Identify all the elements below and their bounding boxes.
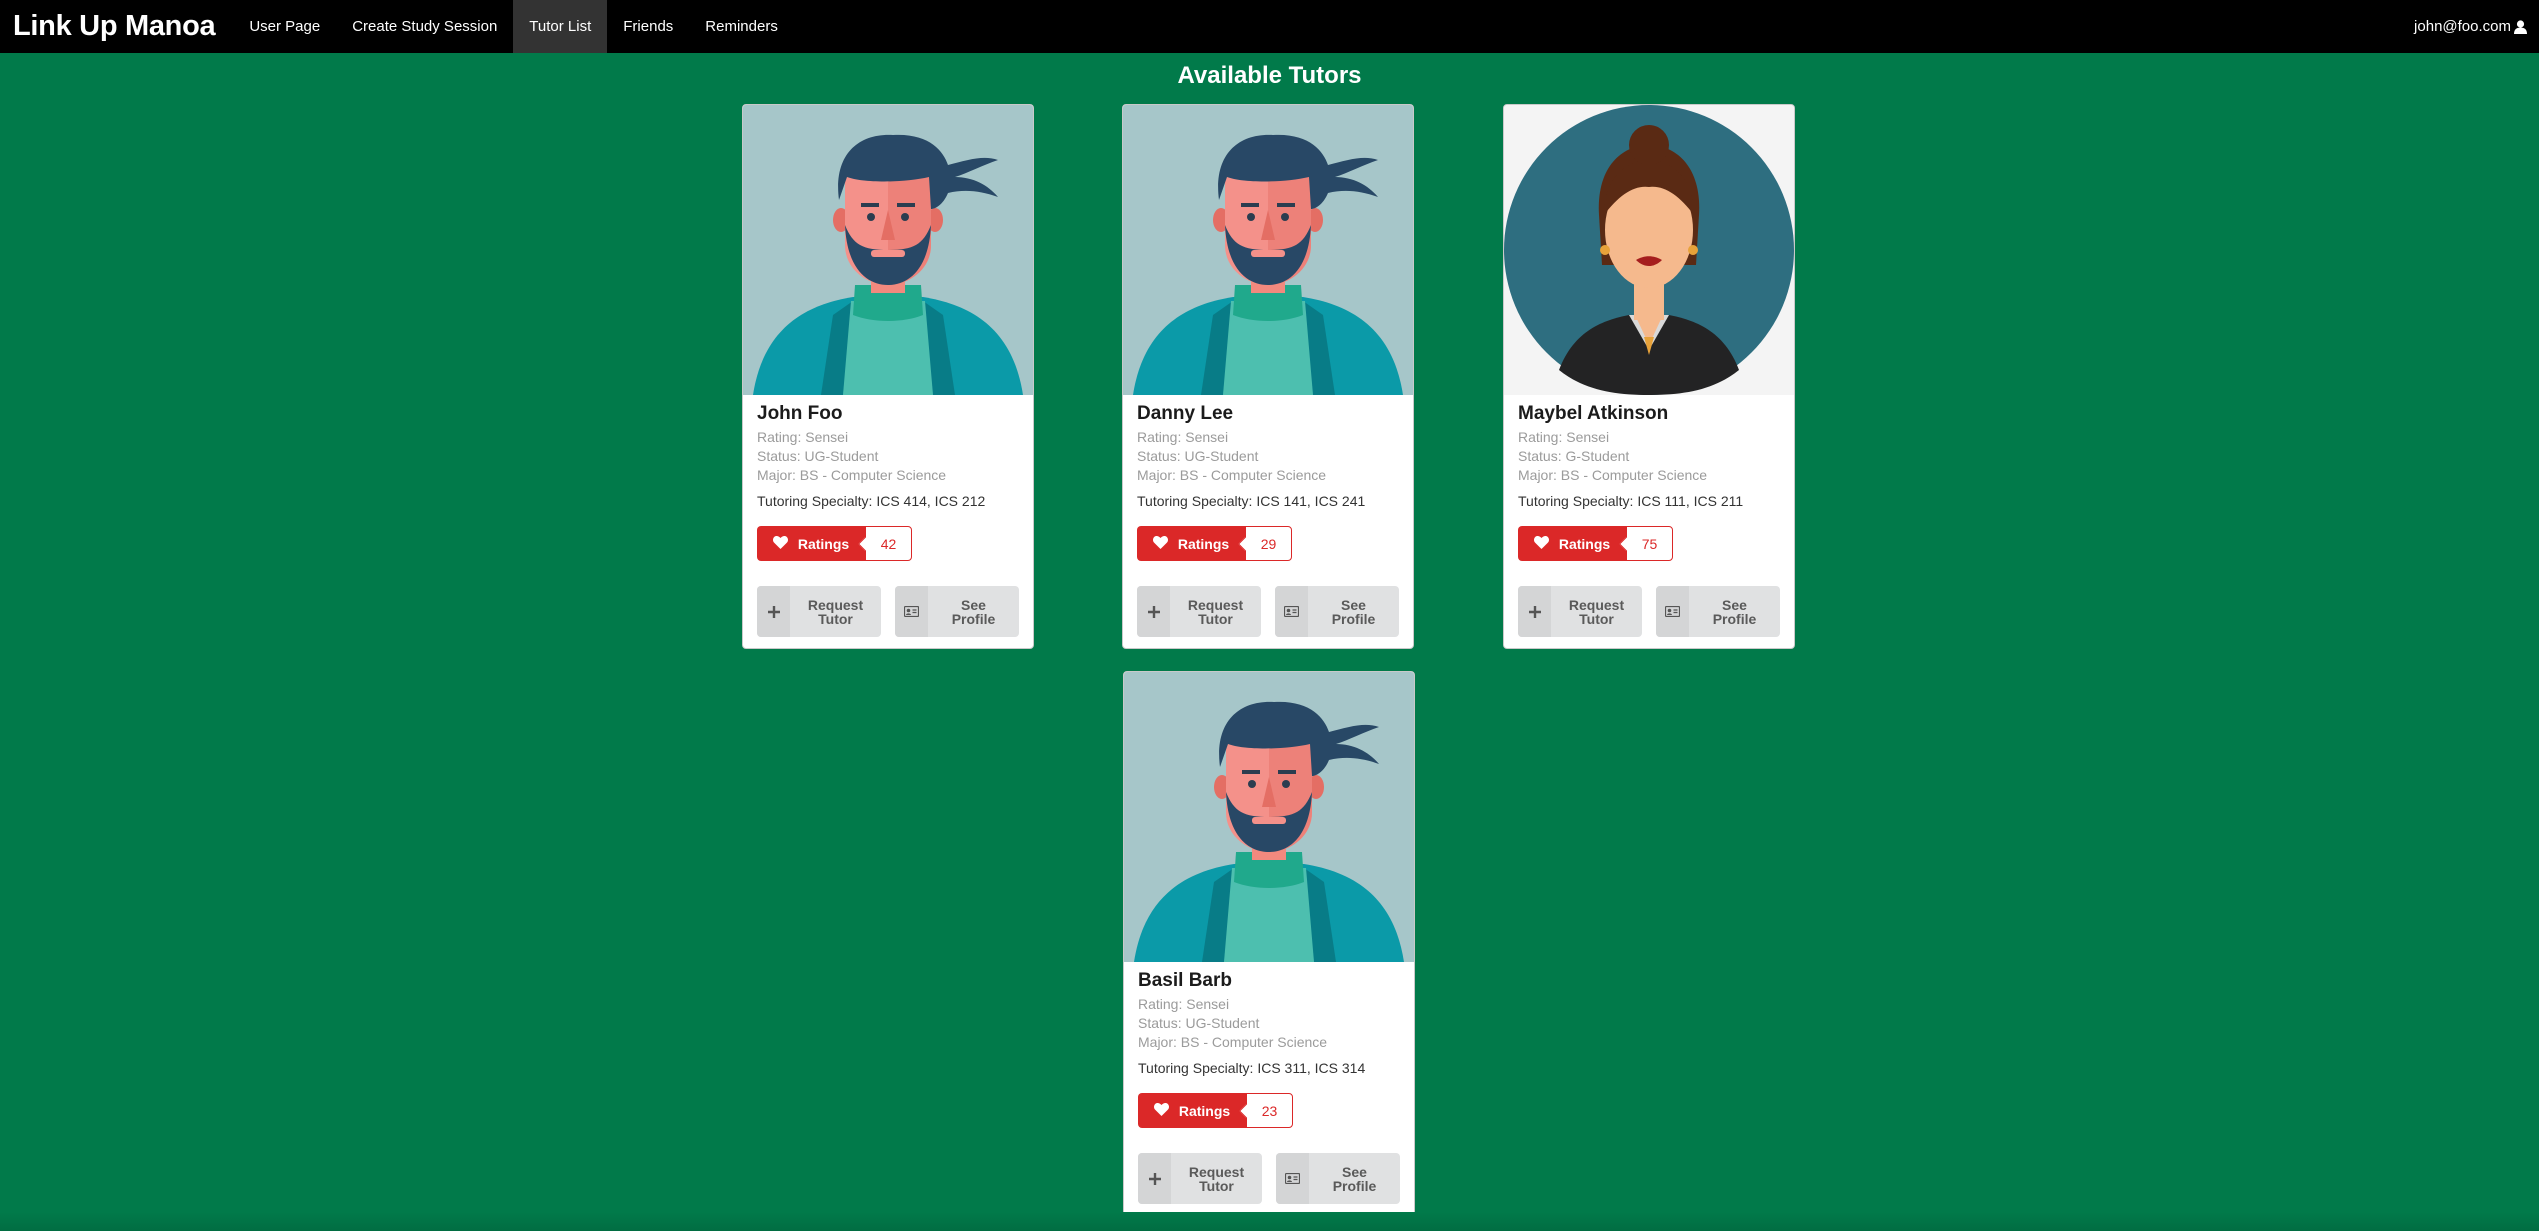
- user-icon: [2514, 19, 2527, 34]
- request-tutor-button[interactable]: Request Tutor: [1138, 1153, 1262, 1204]
- heart-icon: [1153, 1102, 1169, 1119]
- tutor-card: Basil Barb Rating: Sensei Status: UG-Stu…: [1123, 671, 1415, 1216]
- tutor-major: Major: BS - Computer Science: [757, 467, 947, 483]
- plus-icon: [757, 586, 790, 637]
- see-profile-button[interactable]: See Profile: [1276, 1153, 1400, 1204]
- ratings-count: 42: [865, 526, 912, 561]
- nav-item-reminders[interactable]: Reminders: [689, 0, 794, 53]
- tutor-status: Status: UG-Student: [1137, 448, 1259, 464]
- profile-label-line2: Profile: [951, 610, 996, 627]
- card-actions: Request Tutor See Profile: [1138, 1153, 1400, 1204]
- id-card-icon: [895, 586, 928, 637]
- ratings-label: Ratings: [1178, 1102, 1231, 1119]
- tutor-major: Major: BS - Computer Science: [1138, 1034, 1328, 1050]
- see-profile-button[interactable]: See Profile: [895, 586, 1019, 637]
- nav-menu: User Page Create Study Session Tutor Lis…: [233, 0, 793, 53]
- tutor-specialty: Tutoring Specialty: ICS 311, ICS 314: [1138, 1060, 1366, 1076]
- card-actions: Request Tutor See Profile: [1518, 586, 1780, 637]
- tutor-name: John Foo: [757, 403, 843, 424]
- request-tutor-button[interactable]: Request Tutor: [1518, 586, 1642, 637]
- tutor-rating: Rating: Sensei: [1138, 996, 1230, 1012]
- male-avatar: [743, 105, 1033, 395]
- tutor-rating: Rating: Sensei: [1518, 429, 1610, 445]
- tutor-card: John Foo Rating: Sensei Status: UG-Stude…: [742, 104, 1034, 649]
- tutor-major: Major: BS - Computer Science: [1137, 467, 1327, 483]
- tutor-specialty: Tutoring Specialty: ICS 141, ICS 241: [1137, 493, 1366, 509]
- profile-label-line2: Profile: [1332, 1177, 1377, 1194]
- male-avatar: [1124, 672, 1414, 962]
- card-actions: Request Tutor See Profile: [1137, 586, 1399, 637]
- request-tutor-button[interactable]: Request Tutor: [1137, 586, 1261, 637]
- ratings-label: Ratings: [1177, 535, 1230, 552]
- navbar: Link Up Manoa User Page Create Study Ses…: [0, 0, 2539, 53]
- tutor-rating: Rating: Sensei: [1137, 429, 1229, 445]
- user-email: john@foo.com: [2414, 18, 2511, 35]
- heart-icon: [772, 535, 788, 552]
- female-avatar: [1504, 105, 1794, 395]
- ratings-button[interactable]: Ratings: [1518, 526, 1626, 561]
- nav-item-tutor-list[interactable]: Tutor List: [513, 0, 608, 53]
- page-bottom-shade: [0, 1212, 2539, 1231]
- request-label-line2: Tutor: [1198, 610, 1233, 627]
- tutor-status: Status: G-Student: [1518, 448, 1630, 464]
- ratings-count: 29: [1245, 526, 1292, 561]
- heart-icon: [1533, 535, 1549, 552]
- id-card-icon: [1656, 586, 1689, 637]
- plus-icon: [1138, 1153, 1171, 1204]
- tutor-name: Basil Barb: [1138, 970, 1232, 991]
- request-label-line2: Tutor: [1579, 610, 1614, 627]
- request-label-line2: Tutor: [1199, 1177, 1234, 1194]
- profile-label-line2: Profile: [1331, 610, 1376, 627]
- nav-item-friends[interactable]: Friends: [607, 0, 689, 53]
- tutor-status: Status: UG-Student: [1138, 1015, 1260, 1031]
- tutor-card: Maybel Atkinson Rating: Sensei Status: G…: [1503, 104, 1795, 649]
- nav-item-user-page[interactable]: User Page: [233, 0, 336, 53]
- id-card-icon: [1275, 586, 1308, 637]
- ratings-button[interactable]: Ratings: [1137, 526, 1245, 561]
- page-title: Available Tutors: [1177, 62, 1362, 89]
- request-label-line2: Tutor: [818, 610, 853, 627]
- brand-logo[interactable]: Link Up Manoa: [0, 0, 228, 53]
- card-actions: Request Tutor See Profile: [757, 586, 1019, 637]
- ratings-label: Ratings: [797, 535, 850, 552]
- tutor-status: Status: UG-Student: [757, 448, 879, 464]
- ratings-button-group: Ratings 29: [1137, 526, 1399, 561]
- tutor-major: Major: BS - Computer Science: [1518, 467, 1708, 483]
- plus-icon: [1137, 586, 1170, 637]
- profile-label-line2: Profile: [1712, 610, 1757, 627]
- ratings-button[interactable]: Ratings: [757, 526, 865, 561]
- ratings-button[interactable]: Ratings: [1138, 1093, 1246, 1128]
- see-profile-button[interactable]: See Profile: [1656, 586, 1780, 637]
- ratings-button-group: Ratings 23: [1138, 1093, 1400, 1128]
- tutor-card: Danny Lee Rating: Sensei Status: UG-Stud…: [1122, 104, 1414, 649]
- ratings-label: Ratings: [1558, 535, 1611, 552]
- tutor-specialty: Tutoring Specialty: ICS 111, ICS 211: [1518, 493, 1744, 509]
- ratings-count: 23: [1246, 1093, 1293, 1128]
- plus-icon: [1518, 586, 1551, 637]
- tutor-rating: Rating: Sensei: [757, 429, 849, 445]
- tutor-name: Danny Lee: [1137, 403, 1234, 424]
- see-profile-button[interactable]: See Profile: [1275, 586, 1399, 637]
- ratings-button-group: Ratings 75: [1518, 526, 1780, 561]
- heart-icon: [1152, 535, 1168, 552]
- request-tutor-button[interactable]: Request Tutor: [757, 586, 881, 637]
- id-card-icon: [1276, 1153, 1309, 1204]
- ratings-count: 75: [1626, 526, 1673, 561]
- nav-item-create-study-session[interactable]: Create Study Session: [336, 0, 513, 53]
- ratings-button-group: Ratings 42: [757, 526, 1019, 561]
- tutor-specialty: Tutoring Specialty: ICS 414, ICS 212: [757, 493, 986, 509]
- tutor-name: Maybel Atkinson: [1518, 403, 1669, 424]
- user-menu[interactable]: john@foo.com: [2414, 0, 2539, 53]
- male-avatar: [1123, 105, 1413, 395]
